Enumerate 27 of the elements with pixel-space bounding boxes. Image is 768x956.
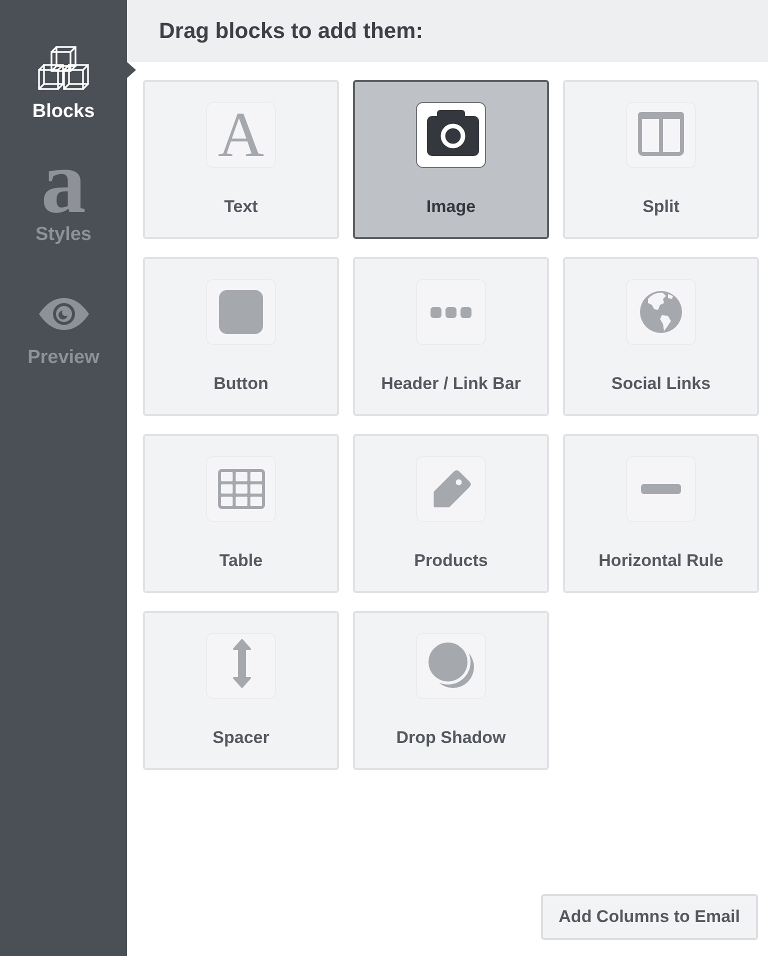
letter-a-icon: a	[41, 169, 86, 213]
block-tile[interactable]: Button	[143, 257, 339, 416]
block-tile[interactable]: Split	[563, 80, 759, 239]
cubes-icon	[38, 46, 89, 90]
circle-shadow-icon	[416, 633, 486, 699]
two-column-icon	[626, 102, 696, 168]
header-title: Drag blocks to add them:	[159, 18, 424, 44]
block-tile[interactable]: Drop Shadow	[353, 611, 549, 770]
block-tile[interactable]: Horizontal Rule	[563, 434, 759, 593]
letter-a-icon: A	[206, 102, 276, 168]
rounded-square-icon	[206, 279, 276, 345]
add-columns-button[interactable]: Add Columns to Email	[540, 894, 758, 940]
globe-icon	[626, 279, 696, 345]
block-tile[interactable]: Header / Link Bar	[353, 257, 549, 416]
tag-icon	[416, 456, 486, 522]
block-tile[interactable]: A Text	[143, 80, 339, 239]
block-tile[interactable]: Social Links	[563, 257, 759, 416]
table-grid-icon	[206, 456, 276, 522]
block-tile[interactable]: Spacer	[143, 611, 339, 770]
block-tile[interactable]: Products	[353, 434, 549, 593]
block-tile[interactable]: Image	[353, 80, 549, 239]
horizontal-bar-icon	[626, 456, 696, 522]
camera-icon	[416, 102, 486, 168]
three-dots-icon	[416, 279, 486, 345]
block-tile[interactable]: Table	[143, 434, 339, 593]
eye-icon	[38, 297, 90, 331]
sidebar-tab[interactable]: Blocks	[0, 40, 127, 124]
